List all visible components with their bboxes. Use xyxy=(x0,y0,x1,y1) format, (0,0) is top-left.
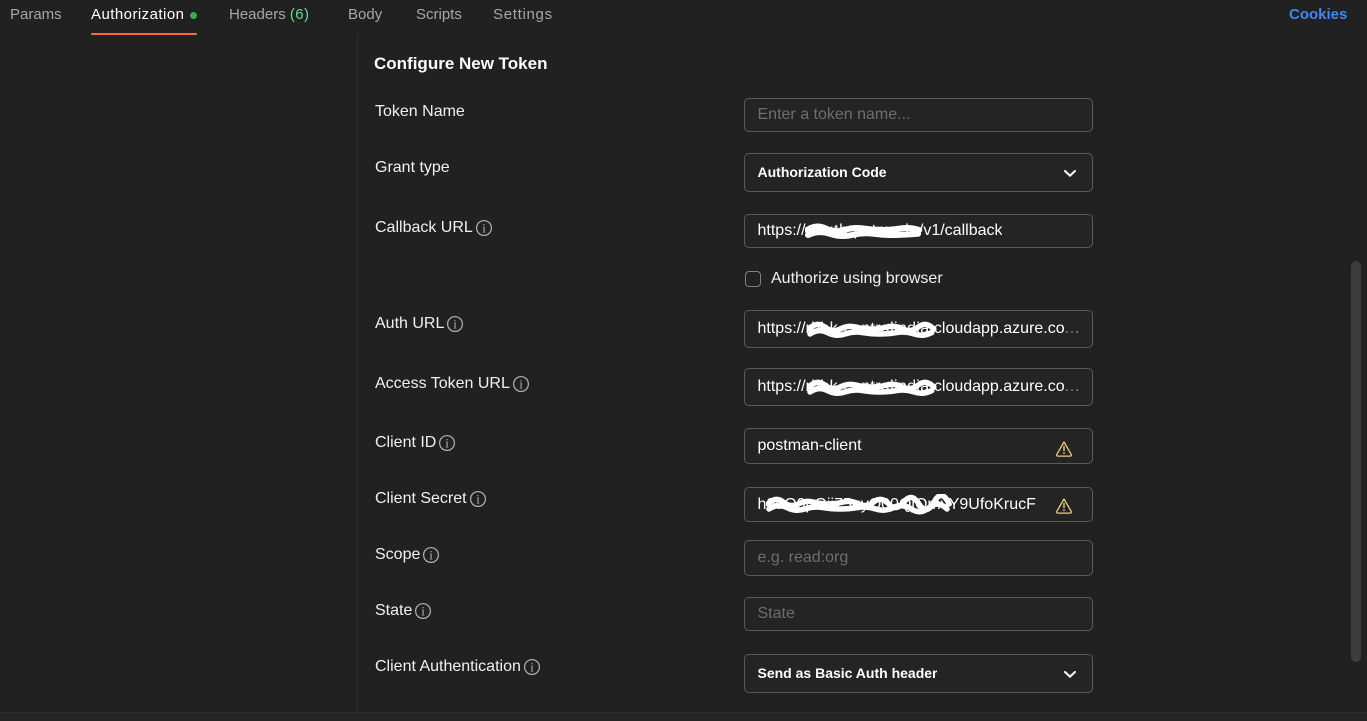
svg-text:i: i xyxy=(429,547,433,562)
svg-text:i: i xyxy=(519,376,523,391)
svg-text:i: i xyxy=(476,491,480,506)
svg-text:i: i xyxy=(421,603,425,618)
svg-text:i: i xyxy=(530,659,534,674)
svg-text:i: i xyxy=(482,220,486,235)
svg-text:i: i xyxy=(445,435,449,450)
svg-text:i: i xyxy=(453,316,457,331)
